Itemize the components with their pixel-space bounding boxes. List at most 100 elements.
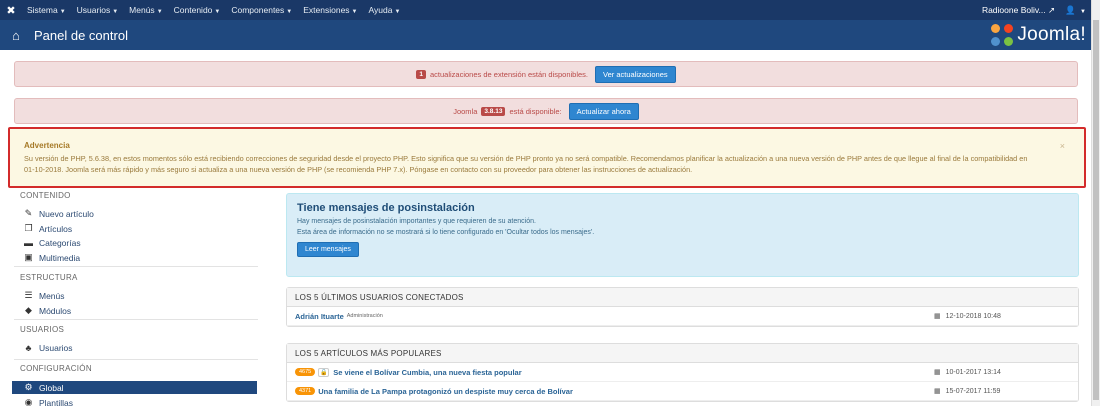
page-scrollbar[interactable] — [1091, 0, 1100, 406]
sidebar-item-multimedia[interactable]: ▣ Multimedia — [23, 252, 80, 263]
date-text: 15-07-2017 11:59 — [945, 387, 1001, 395]
divider — [14, 319, 258, 320]
table-row: 4675 🔒 Se viene el Bolívar Cumbia, una n… — [287, 363, 1078, 382]
chevron-down-icon: ▼ — [59, 9, 66, 15]
menu-label: Componentes — [231, 5, 285, 15]
menu-label: Extensiones — [303, 5, 350, 15]
row-date: ▦ 12-10-2018 10:48 — [934, 312, 1001, 321]
calendar-icon: ▦ — [934, 313, 941, 320]
table-row: 4371 Una familia de La Pampa protagonizó… — [287, 382, 1078, 401]
php-warning-alert: Advertencia Su versión de PHP, 5.6.38, e… — [15, 133, 1079, 182]
menu-contenido[interactable]: Contenido ▼ — [169, 5, 227, 15]
article-link[interactable]: Se viene el Bolívar Cumbia, una nueva fi… — [333, 368, 521, 377]
warning-text-line-1: Su versión de PHP, 5.6.38, en estos mome… — [24, 154, 1028, 163]
alert-prefix: Joomla — [453, 106, 478, 116]
alert-text: actualizaciones de extensión están dispo… — [429, 69, 589, 79]
sidebar-item-label: Multimedia — [39, 252, 81, 263]
chevron-down-icon: ▼ — [156, 9, 163, 15]
section-configuracion: CONFIGURACIÓN — [20, 364, 92, 373]
menu-label: Usuarios — [76, 5, 111, 15]
menu-label: Menús — [129, 5, 155, 15]
sidebar-item-menus[interactable]: ☰ Menús — [23, 290, 64, 301]
divider — [14, 359, 258, 360]
module-heading: LOS 5 ÚLTIMOS USUARIOS CONECTADOS — [287, 288, 1078, 307]
row-date: ▦ 15-07-2017 11:59 — [934, 387, 1001, 396]
sidebar-item-label: Global — [39, 382, 64, 393]
chevron-down-icon: ▼ — [394, 9, 401, 15]
popular-articles-module: LOS 5 ARTÍCULOS MÁS POPULARES 4675 🔒 Se … — [286, 343, 1079, 402]
chevron-down-icon: ▼ — [112, 9, 119, 15]
chevron-down-icon: ▼ — [1080, 8, 1086, 15]
sidebar-item-label: Usuarios — [39, 343, 73, 353]
view-updates-button[interactable]: Ver actualizaciones — [595, 65, 676, 83]
menu-ayuda[interactable]: Ayuda ▼ — [364, 5, 407, 15]
read-messages-button[interactable]: Leer mensajes — [297, 242, 359, 257]
joomla-update-alert: Joomla 3.8.13 está disponible: Actualiza… — [14, 98, 1078, 124]
menu-menus[interactable]: Menús ▼ — [124, 5, 168, 15]
page-title: Panel de control — [34, 27, 128, 43]
section-estructura: ESTRUCTURA — [20, 273, 78, 282]
site-name: Radioone Boliv... — [981, 4, 1046, 15]
sidebar-item-plantillas[interactable]: ◉ Plantillas — [23, 397, 73, 406]
table-row: Adrián Ituarte Administración ▦ 12-10-201… — [287, 307, 1078, 326]
joomla-logo-icon — [991, 24, 1014, 46]
date-text: 12-10-2018 10:48 — [945, 312, 1001, 320]
article-link[interactable]: Una familia de La Pampa protagonizó un d… — [318, 387, 573, 396]
row-date: ▦ 10-01-2017 13:14 — [934, 368, 1001, 377]
user-icon: 👤 — [1065, 4, 1076, 15]
sidebar-item-nuevo-articulo[interactable]: ✎ Nuevo artículo — [23, 208, 94, 219]
menu-label: Contenido — [173, 5, 213, 15]
scrollbar-thumb[interactable] — [1093, 20, 1099, 400]
joomla-icon[interactable]: ✖ — [0, 4, 22, 17]
page-header: ⌂ Panel de control Joomla! — [0, 20, 1100, 50]
extensions-update-alert: 1 actualizaciones de extensión están dis… — [14, 61, 1078, 87]
sidebar-item-articulos[interactable]: ❐ Artículos — [23, 223, 72, 234]
chevron-down-icon: ▼ — [214, 9, 221, 15]
postinstall-line-1: Hay mensajes de posinstalación important… — [297, 218, 536, 225]
alert-suffix: está disponible: — [509, 106, 562, 116]
sidebar-item-label: Plantillas — [39, 397, 74, 406]
sidebar-item-label: Categorías — [39, 238, 81, 248]
warning-text-line-2: 01-10-2018. Joomla será más rápido y más… — [24, 165, 693, 174]
sidebar-item-categorias[interactable]: ▬ Categorías — [23, 238, 81, 248]
warning-title: Advertencia — [24, 141, 70, 150]
calendar-icon: ▦ — [934, 388, 941, 395]
eye-icon: ◉ — [24, 397, 33, 406]
hits-badge: 4371 — [295, 387, 316, 395]
section-contenido: CONTENIDO — [20, 191, 71, 200]
sidebar-item-label: Nuevo artículo — [39, 208, 94, 219]
user-link[interactable]: Adrián Ituarte — [295, 312, 344, 321]
module-heading: LOS 5 ARTÍCULOS MÁS POPULARES — [287, 344, 1078, 363]
chevron-down-icon: ▼ — [351, 9, 358, 15]
admin-menubar: ✖ Sistema ▼ Usuarios ▼ Menús ▼ Contenido ▼ C… — [0, 0, 1100, 20]
stack-icon: ❐ — [24, 223, 33, 233]
menu-label: Ayuda — [368, 5, 393, 15]
menu-extensiones[interactable]: Extensiones ▼ — [298, 5, 363, 15]
menu-sistema[interactable]: Sistema ▼ — [22, 5, 72, 15]
pencil-icon: ✎ — [24, 208, 33, 218]
section-usuarios: USUARIOS — [20, 325, 65, 334]
user-menu[interactable]: 👤 ▼ — [1065, 5, 1086, 16]
sidebar-item-modulos[interactable]: ◆ Módulos — [23, 305, 71, 316]
brand-wordmark: Joomla! — [1017, 24, 1086, 45]
lock-icon: 🔒 — [318, 367, 330, 377]
external-link-icon: ↗ — [1047, 4, 1056, 15]
date-text: 10-01-2017 13:14 — [945, 368, 1001, 376]
postinstall-line-2: Esta área de información no se mostrará … — [297, 229, 595, 236]
php-warning-highlight: Advertencia Su versión de PHP, 5.6.38, e… — [8, 127, 1086, 188]
chevron-down-icon: ▼ — [286, 9, 293, 15]
sidebar-item-label: Módulos — [39, 305, 72, 316]
image-icon: ▣ — [24, 252, 33, 262]
menu-usuarios[interactable]: Usuarios ▼ — [72, 5, 125, 15]
menu-label: Sistema — [27, 5, 58, 15]
users-icon: ♣ — [25, 343, 32, 353]
update-now-button[interactable]: Actualizar ahora — [568, 102, 639, 120]
list-icon: ☰ — [24, 290, 33, 300]
sidebar-item-global[interactable]: ⚙ Global — [23, 382, 64, 393]
site-link[interactable]: Radioone Boliv... ↗ — [982, 5, 1055, 16]
user-role: Administración — [346, 313, 383, 319]
menu-componentes[interactable]: Componentes ▼ — [226, 5, 298, 15]
close-icon[interactable]: × — [1060, 141, 1065, 151]
sidebar-item-usuarios[interactable]: ♣ Usuarios — [23, 343, 73, 353]
cube-icon: ◆ — [25, 305, 32, 315]
